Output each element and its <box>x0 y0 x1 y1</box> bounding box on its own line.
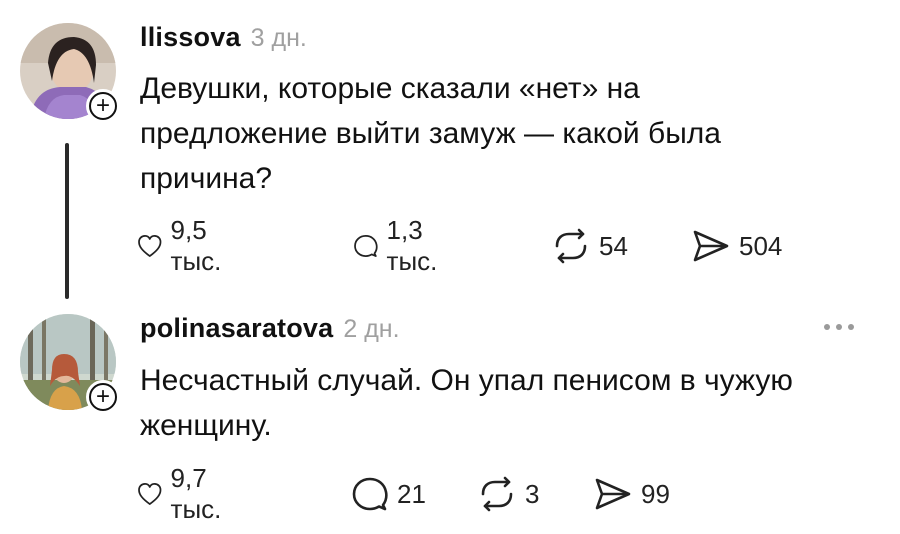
share-count: 504 <box>739 230 783 261</box>
like-button[interactable]: 9,7 тыс. <box>137 463 234 524</box>
username[interactable]: llissova <box>140 22 241 53</box>
comment-bubble-icon <box>352 477 388 511</box>
repost-arrows-icon <box>555 228 587 264</box>
post-text: Несчастный случай. Он упал пенисом в чуж… <box>140 364 793 442</box>
share-count: 99 <box>641 478 670 509</box>
post-text: Девушки, которые сказали «нет» на предло… <box>140 72 721 195</box>
heart-icon <box>138 483 162 505</box>
follow-button[interactable]: + <box>86 380 120 414</box>
follow-button[interactable]: + <box>86 89 120 123</box>
repost-arrows-icon <box>481 476 513 512</box>
repost-button[interactable]: 54 <box>551 224 628 268</box>
like-count: 9,5 тыс. <box>170 215 222 276</box>
post-time: 3 дн. <box>250 24 307 52</box>
plus-icon: + <box>89 383 117 411</box>
post-time: 2 дн. <box>343 315 400 343</box>
share-button[interactable]: 504 <box>691 224 782 268</box>
more-dots-icon[interactable] <box>824 322 854 332</box>
post-header: polinasaratova 2 дн. <box>140 313 400 347</box>
reply-count: 1,3 тыс. <box>386 215 438 276</box>
repost-count: 3 <box>525 478 540 509</box>
thread-post: + llissova 3 дн. Девушки, которые сказал… <box>0 0 900 300</box>
reply-button[interactable]: 21 <box>351 472 426 516</box>
more-dot <box>836 324 842 330</box>
thread-connector-line <box>65 143 69 299</box>
username[interactable]: polinasaratova <box>140 313 333 344</box>
repost-count: 54 <box>599 230 628 261</box>
thread-post: + polinasaratova 2 дн. Несчастный случай… <box>0 300 900 534</box>
avatar-container[interactable]: + <box>20 314 120 414</box>
send-paper-plane-icon <box>595 478 631 510</box>
like-button[interactable]: 9,5 тыс. <box>137 215 234 276</box>
more-dot <box>824 324 830 330</box>
repost-button[interactable]: 3 <box>477 472 539 516</box>
reply-button[interactable]: 1,3 тыс. <box>353 215 450 276</box>
avatar-container[interactable]: + <box>20 23 120 123</box>
post-header: llissova 3 дн. <box>140 22 307 56</box>
send-paper-plane-icon <box>693 230 729 262</box>
more-dot <box>848 324 854 330</box>
heart-icon <box>138 235 162 257</box>
plus-icon: + <box>89 92 117 120</box>
comment-bubble-icon <box>354 235 378 257</box>
like-count: 9,7 тыс. <box>170 463 222 524</box>
reply-count: 21 <box>397 478 426 509</box>
share-button[interactable]: 99 <box>593 472 670 516</box>
